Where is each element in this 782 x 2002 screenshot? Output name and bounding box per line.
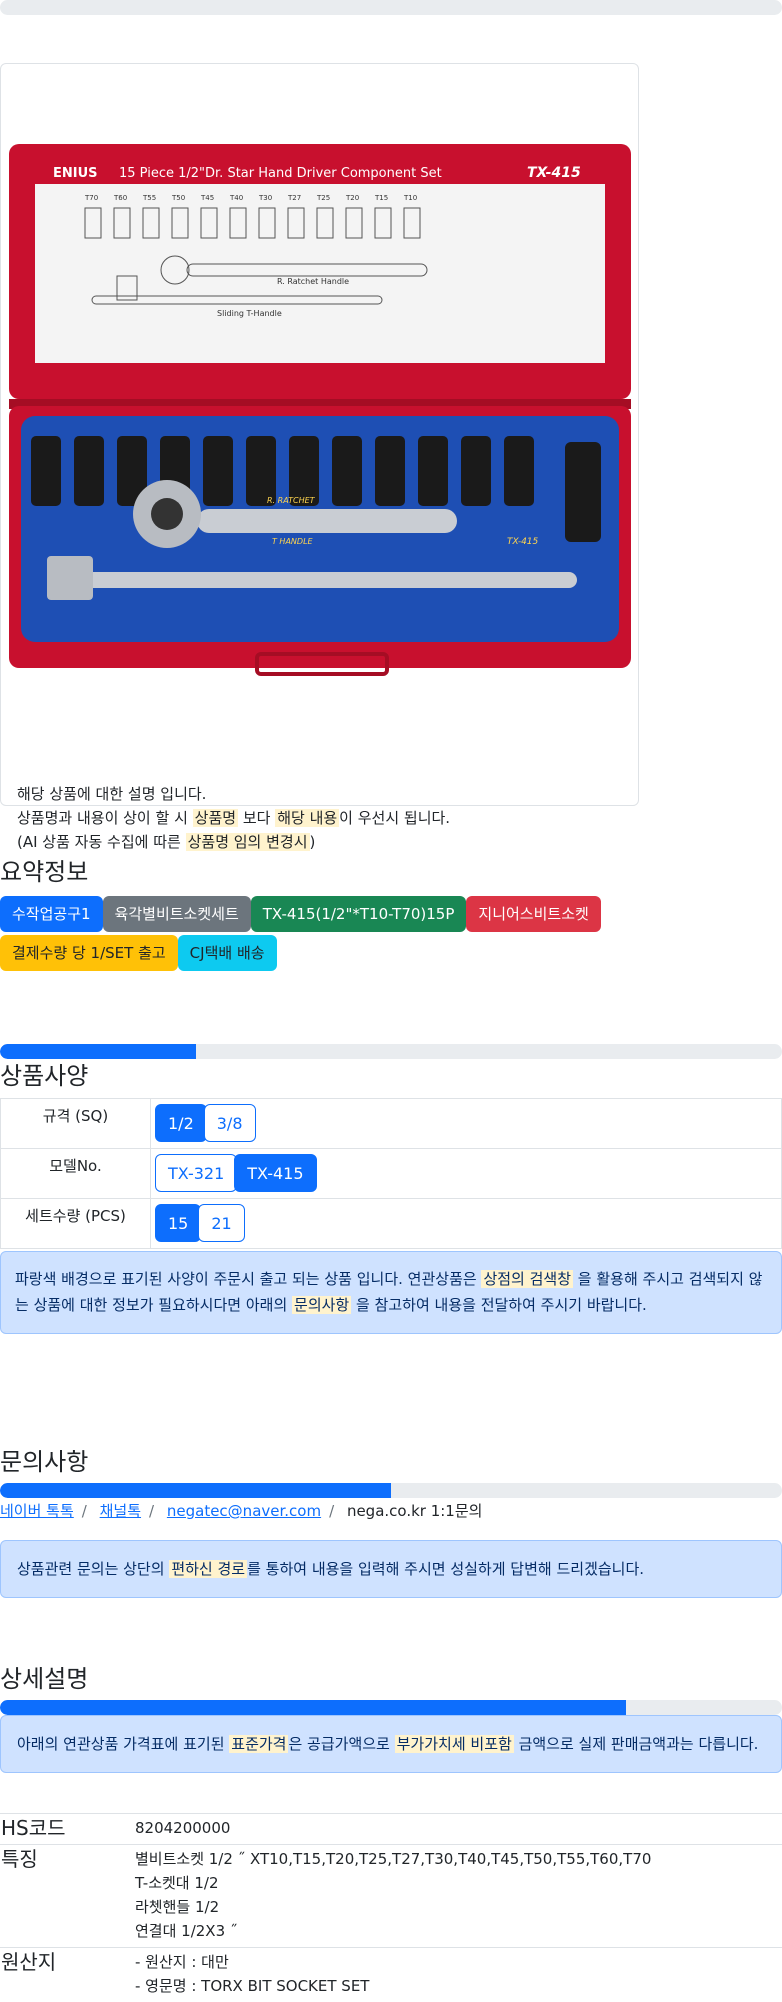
spec-option-button[interactable]: 15 — [155, 1204, 201, 1242]
detail-line: - 영문명 : TORX BIT SOCKET SET — [135, 1974, 782, 1998]
tray-ratchet: R. RATCHET — [267, 496, 316, 505]
top-progress-bar — [0, 0, 782, 15]
bit-label: T25 — [316, 194, 330, 202]
spec-table: 규격 (SQ)1/23/8모델No.TX-321TX-415세트수량 (PCS)… — [0, 1098, 782, 1249]
box-model: TX-415 — [527, 165, 581, 181]
spec-title: 상품사양 — [0, 1056, 88, 1091]
site-inquiry-text: nega.co.kr 1:1문의 — [347, 1502, 483, 1520]
spec-row: 세트수량 (PCS)1521 — [1, 1199, 782, 1249]
desc-line-1: 해당 상품에 대한 설명 입니다. — [17, 782, 617, 806]
detail-line: 연결대 1/2X3 ˝ — [135, 1919, 782, 1943]
ratchet-label: R. Ratchet Handle — [277, 277, 349, 286]
summary-badge: 지니어스비트소켓 — [466, 896, 600, 932]
spec-option-button[interactable]: 3/8 — [204, 1104, 256, 1142]
socket-shape — [375, 436, 405, 506]
spec-options: 1521 — [151, 1199, 782, 1249]
socket-shape — [461, 436, 491, 506]
channel-talk-link[interactable]: 채널톡 — [100, 1502, 141, 1520]
spec-notice: 파랑색 배경으로 표기된 사양이 주문시 출고 되는 상품 입니다. 연관상품은… — [0, 1251, 782, 1334]
detail-line: 라쳇핸들 1/2 — [135, 1895, 782, 1919]
bit-label: T30 — [258, 194, 272, 202]
summary-badge: 육각별비트소켓세트 — [103, 896, 251, 932]
bit-label: T15 — [374, 194, 388, 202]
tray-handle: T HANDLE — [272, 537, 314, 546]
detail-key: 특징 — [0, 1845, 135, 1948]
socket-shape — [504, 436, 534, 506]
spec-progress — [0, 1044, 782, 1059]
bit-label: T50 — [171, 194, 185, 202]
summary-badge: CJ택배 배송 — [178, 935, 277, 971]
summary-badge: 수작업공구1 — [0, 896, 103, 932]
detail-value: 8204200000 — [135, 1814, 782, 1845]
socket-shape — [203, 436, 233, 506]
detail-progress — [0, 1700, 782, 1715]
spec-options: TX-321TX-415 — [151, 1149, 782, 1199]
email-link[interactable]: negatec@naver.com — [167, 1502, 321, 1520]
inquiry-notice: 상품관련 문의는 상단의 편하신 경로를 통하여 내용을 입력해 주시면 성실하… — [0, 1540, 782, 1598]
product-image: ENIUS 15 Piece 1/2"Dr. Star Hand Driver … — [7, 144, 633, 684]
spec-option-button[interactable]: TX-321 — [155, 1154, 237, 1192]
detail-line: T-소켓대 1/2 — [135, 1871, 782, 1895]
detail-notice: 아래의 연관상품 가격표에 표기된 표준가격은 공급가액으로 부가가치세 비포함… — [0, 1715, 782, 1773]
summary-badges: 수작업공구1육각별비트소켓세트TX-415(1/2"*T10-T70)15P지니… — [0, 896, 640, 974]
spec-row: 모델No.TX-321TX-415 — [1, 1149, 782, 1199]
bit-label: T20 — [345, 194, 359, 202]
socket-shape — [418, 436, 448, 506]
sliding-label: Sliding T-Handle — [217, 309, 282, 318]
inquiry-progress — [0, 1483, 782, 1498]
bit-label: T45 — [200, 194, 214, 202]
bit-label: T70 — [84, 194, 98, 202]
spec-option-button[interactable]: 1/2 — [155, 1104, 207, 1142]
bit-label: T40 — [229, 194, 243, 202]
spec-option-button[interactable]: TX-415 — [234, 1154, 316, 1192]
detail-row: 특징별비트소켓 1/2 ˝ XT10,T15,T20,T25,T27,T30,T… — [0, 1845, 782, 1948]
detail-line: - 원산지 : 대만 — [135, 1950, 782, 1974]
bit-label: T10 — [403, 194, 417, 202]
detail-key: HS코드 — [0, 1814, 135, 1845]
inquiry-title: 문의사항 — [0, 1442, 88, 1477]
detail-line: 8204200000 — [135, 1816, 782, 1840]
summary-badge: 결제수량 당 1/SET 출고 — [0, 935, 178, 971]
detail-value: 별비트소켓 1/2 ˝ XT10,T15,T20,T25,T27,T30,T40… — [135, 1845, 782, 1948]
socket-shape — [31, 436, 61, 506]
product-card: ENIUS 15 Piece 1/2"Dr. Star Hand Driver … — [0, 63, 639, 806]
bit-label: T60 — [113, 194, 127, 202]
bit-label: T27 — [287, 194, 301, 202]
spec-row: 규격 (SQ)1/23/8 — [1, 1099, 782, 1149]
tray-model: TX-415 — [507, 537, 539, 547]
spec-label: 모델No. — [1, 1149, 151, 1199]
detail-table: HS코드8204200000특징별비트소켓 1/2 ˝ XT10,T15,T20… — [0, 1813, 782, 2002]
spec-option-button[interactable]: 21 — [198, 1204, 244, 1242]
summary-title: 요약정보 — [0, 852, 88, 887]
desc-line-2: 상품명과 내용이 상이 할 시 상품명 보다 해당 내용이 우선시 됩니다. — [17, 806, 617, 830]
box-title: 15 Piece 1/2"Dr. Star Hand Driver Compon… — [119, 166, 442, 181]
spec-options: 1/23/8 — [151, 1099, 782, 1149]
summary-badge: TX-415(1/2"*T10-T70)15P — [251, 896, 467, 932]
box-brand: ENIUS — [53, 166, 98, 181]
detail-row: HS코드8204200000 — [0, 1814, 782, 1845]
product-description: 해당 상품에 대한 설명 입니다. 상품명과 내용이 상이 할 시 상품명 보다… — [17, 782, 617, 854]
naver-talk-link[interactable]: 네이버 톡톡 — [0, 1502, 74, 1520]
spec-label: 세트수량 (PCS) — [1, 1199, 151, 1249]
bit-label: T55 — [142, 194, 156, 202]
detail-title: 상세설명 — [0, 1659, 88, 1694]
inquiry-links: 네이버 톡톡/ 채널톡/ negatec@naver.com/ nega.co.… — [0, 1500, 482, 1521]
socket-shape — [74, 436, 104, 506]
detail-line: 별비트소켓 1/2 ˝ XT10,T15,T20,T25,T27,T30,T40… — [135, 1847, 782, 1871]
socket-shape — [332, 436, 362, 506]
desc-line-3: (AI 상품 자동 수집에 따른 상품명 임의 변경시) — [17, 830, 617, 854]
spec-label: 규격 (SQ) — [1, 1099, 151, 1149]
